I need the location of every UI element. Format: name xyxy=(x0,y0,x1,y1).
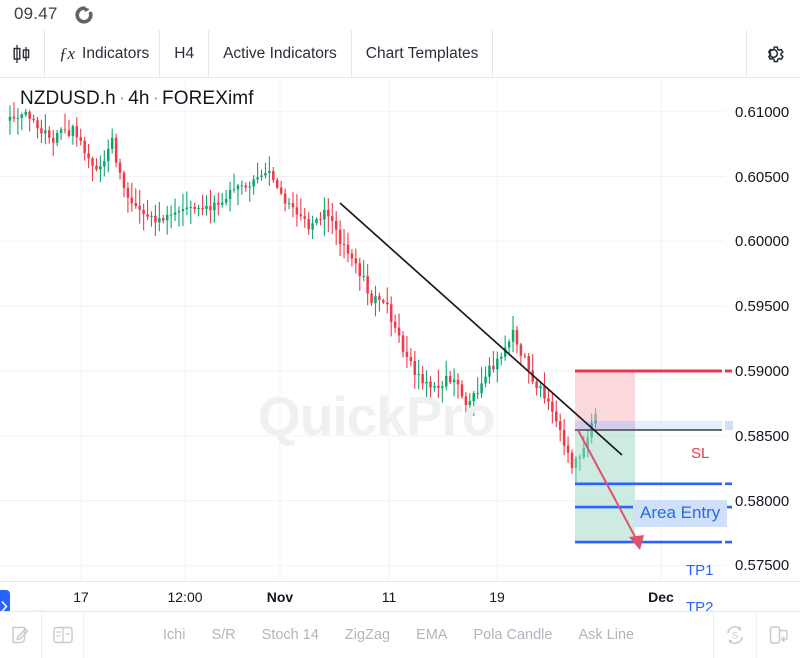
draw-pencil-icon xyxy=(11,626,28,644)
time-tick: Nov xyxy=(266,589,294,605)
active-indicator-list: Ichi S/R Stoch 14 ZigZag EMA Pola Candle Ask L… xyxy=(84,612,714,658)
draw-tools-button[interactable] xyxy=(0,612,42,658)
legend-broker: FOREXimf xyxy=(162,88,254,109)
legend-symbol: NZDUSD.h xyxy=(20,88,116,109)
settings-button[interactable] xyxy=(747,30,800,77)
price-tick: 0.60500 xyxy=(735,168,790,186)
bottom-toolbar: Ichi S/R Stoch 14 ZigZag EMA Pola Candle Ask L… xyxy=(0,611,800,658)
time-tick: Dec xyxy=(648,589,674,605)
legend-interval: 4h xyxy=(128,88,150,109)
rotate-screen-button[interactable] xyxy=(757,612,800,658)
chart-pane[interactable]: QuickPro NZDUSD.h · 4h · FOREXimf xyxy=(0,78,725,581)
indicator-chip[interactable]: Stoch 14 xyxy=(262,627,319,643)
svg-text:S: S xyxy=(732,631,738,642)
level-label-tp2[interactable]: TP2 xyxy=(686,599,714,611)
chart-type-button[interactable] xyxy=(0,30,45,77)
price-axis[interactable]: 0.61000 0.60500 0.60000 0.59500 0.59000 0.585… xyxy=(725,78,800,581)
price-tick: 0.60000 xyxy=(735,233,790,251)
top-toolbar: ƒx Indicators H4 Active Indicators Chart… xyxy=(0,30,800,78)
chart-templates-button[interactable]: Chart Templates xyxy=(352,30,494,77)
time-tick: 11 xyxy=(381,589,397,605)
time-tick: 19 xyxy=(489,589,505,605)
price-tick: 0.58000 xyxy=(735,492,790,510)
level-label-tp1[interactable]: TP1 xyxy=(686,562,714,579)
level-label-sl[interactable]: SL xyxy=(691,445,709,462)
price-tick: 0.59000 xyxy=(735,362,790,380)
chart-app: 09.47 ƒx Indicators H4 Active Indicators… xyxy=(0,0,800,658)
sync-button[interactable]: S xyxy=(714,612,757,658)
status-bar: 09.47 xyxy=(0,0,800,30)
indicator-chip[interactable]: EMA xyxy=(416,627,447,643)
indicator-chip[interactable]: ZigZag xyxy=(345,627,390,643)
indicators-button[interactable]: ƒx Indicators xyxy=(45,30,161,77)
indicators-label: Indicators xyxy=(82,44,150,62)
indicator-chip[interactable]: S/R xyxy=(211,627,235,643)
price-plot[interactable] xyxy=(0,78,725,581)
layout-template-icon xyxy=(52,626,73,644)
rotate-icon xyxy=(75,6,93,24)
layout-button[interactable] xyxy=(42,612,84,658)
time-tick: 17 xyxy=(73,589,89,605)
price-tick: 0.58500 xyxy=(735,427,790,445)
status-time: 09.47 xyxy=(14,4,58,23)
gear-icon xyxy=(767,46,784,63)
indicator-chip[interactable]: Ichi xyxy=(163,627,186,643)
time-tick: 12:00 xyxy=(167,589,203,605)
indicator-chip[interactable]: Ask Line xyxy=(578,627,634,643)
fx-icon: ƒx xyxy=(59,43,76,63)
toolbar-spacer xyxy=(493,30,747,77)
indicator-chip[interactable]: Pola Candle xyxy=(473,627,552,643)
sync-icon: S xyxy=(727,625,743,645)
time-axis[interactable]: 17 12:00 Nov 11 19 Dec xyxy=(0,581,800,611)
rotate-screen-icon xyxy=(769,626,788,644)
chevron-right-icon xyxy=(1,601,8,611)
timeframe-button[interactable]: H4 xyxy=(160,30,210,77)
chart-area[interactable]: QuickPro NZDUSD.h · 4h · FOREXimf SL Area Ent… xyxy=(0,78,800,611)
price-tick: 0.57500 xyxy=(735,557,790,575)
left-panel-handle[interactable] xyxy=(0,590,10,611)
price-tick: 0.59500 xyxy=(735,298,790,316)
active-indicators-button[interactable]: Active Indicators xyxy=(209,30,352,77)
candlestick-icon xyxy=(13,44,30,63)
level-label-area-entry[interactable]: Area Entry xyxy=(633,500,728,527)
chart-legend: NZDUSD.h · 4h · FOREXimf xyxy=(20,88,254,109)
price-tick: 0.61000 xyxy=(735,103,790,121)
